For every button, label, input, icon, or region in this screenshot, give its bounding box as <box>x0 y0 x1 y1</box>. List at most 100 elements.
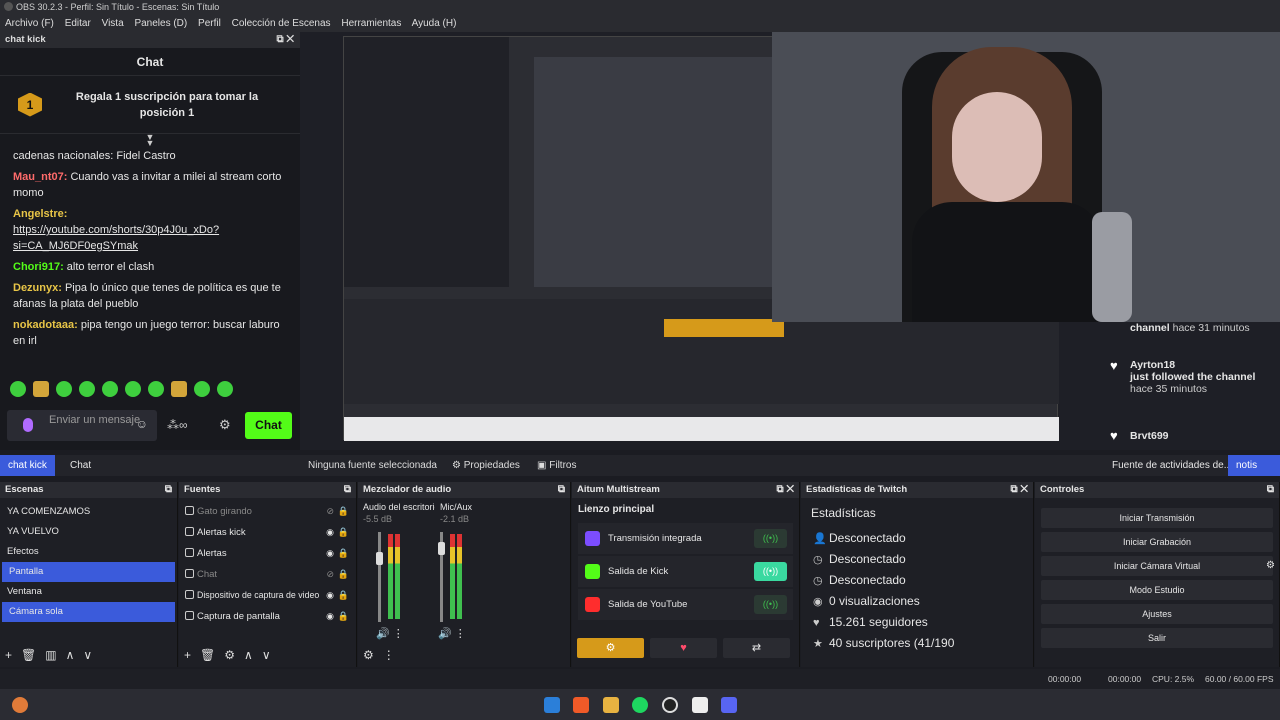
start-recording-button[interactable]: Iniciar Grabación <box>1041 532 1273 552</box>
lock-icon[interactable]: 🔒 <box>338 564 349 585</box>
lock-icon[interactable]: 🔒 <box>338 501 349 522</box>
tab-chat[interactable]: Chat <box>62 455 99 476</box>
notepad-icon[interactable] <box>692 697 708 713</box>
scene-item[interactable]: Ventana <box>0 582 177 602</box>
menu-dots-icon[interactable]: ⋮ <box>383 648 395 662</box>
chat-input[interactable]: Enviar un mensaje ☺ <box>7 410 157 441</box>
properties-button[interactable]: ⚙ Propiedades <box>452 455 520 476</box>
spotify-icon[interactable] <box>632 697 648 713</box>
menu-paneles[interactable]: Paneles (D) <box>134 18 187 29</box>
sync-button[interactable]: ⇄ <box>723 638 790 658</box>
send-chat-button[interactable]: Chat <box>245 412 292 439</box>
start-stream-button[interactable]: Iniciar Transmisión <box>1041 508 1273 528</box>
lock-icon[interactable]: 🔒 <box>338 606 349 627</box>
folder-icon[interactable] <box>603 697 619 713</box>
speaker-icon[interactable]: 🔊 ⋮ <box>438 627 466 640</box>
chat-username[interactable]: nokadotaaa: <box>13 319 78 331</box>
filters-button[interactable]: ▣ Filtros <box>537 455 576 476</box>
infinity-icon[interactable]: ⁂∞ <box>167 418 188 432</box>
dock-controls[interactable]: ⧉ ✕ <box>776 482 794 498</box>
menu-herramientas[interactable]: Herramientas <box>341 18 401 29</box>
exit-button[interactable]: Salir <box>1041 628 1273 648</box>
preview-canvas[interactable]: channel hace 31 minutos ♥ Ayrton18 just … <box>300 32 1280 450</box>
eye-hidden-icon[interactable]: ⊘ <box>326 564 334 585</box>
tab-activity-source[interactable]: Fuente de actividades de... <box>1104 455 1240 476</box>
source-item[interactable]: Alertas kick ◉ 🔒 <box>179 522 356 543</box>
menu-archivo[interactable]: Archivo (F) <box>5 18 54 29</box>
volume-slider[interactable] <box>376 532 383 622</box>
filter-icon[interactable]: ▥ <box>45 648 56 662</box>
scene-item-selected[interactable]: Cámara sola <box>2 602 175 622</box>
dock-controls[interactable]: ⧉ ✕ <box>1010 482 1028 498</box>
source-item[interactable]: Dispositivo de captura de video ◉ 🔒 <box>179 585 356 606</box>
speaker-icon[interactable]: 🔊 ⋮ <box>376 627 404 640</box>
source-item[interactable]: Chat ⊘ 🔒 <box>179 564 356 585</box>
gear-icon[interactable]: ⚙ <box>224 648 235 662</box>
scene-item-selected[interactable]: Pantalla <box>2 562 175 582</box>
volume-slider[interactable] <box>438 532 445 622</box>
menu-vista[interactable]: Vista <box>102 18 124 29</box>
emote-icon[interactable] <box>56 381 72 397</box>
dock-controls[interactable]: ⧉ <box>165 482 172 498</box>
expand-chevron-icon[interactable]: ▼ ▼ <box>0 133 300 148</box>
settings-gear-icon[interactable]: ⚙ <box>219 417 231 433</box>
dock-controls[interactable]: ⧉ ✕ <box>276 32 294 48</box>
trash-icon[interactable]: 🗑 <box>21 648 36 662</box>
emote-icon[interactable] <box>171 381 187 397</box>
source-item[interactable]: Captura de pantalla ◉ 🔒 <box>179 606 356 627</box>
studio-mode-button[interactable]: Modo Estudio <box>1041 580 1273 600</box>
source-item[interactable]: Alertas ◉ 🔒 <box>179 543 356 564</box>
eye-icon[interactable]: ◉ <box>326 606 334 627</box>
trash-icon[interactable]: 🗑 <box>200 648 215 662</box>
windows-start-icon[interactable] <box>544 697 560 713</box>
eye-icon[interactable]: ◉ <box>326 543 334 564</box>
down-icon[interactable]: ∨ <box>83 648 92 662</box>
scene-item[interactable]: YA COMENZAMOS <box>0 502 177 522</box>
dock-controls[interactable]: ⧉ <box>1267 482 1274 498</box>
emote-icon[interactable] <box>148 381 164 397</box>
emote-icon[interactable] <box>125 381 141 397</box>
emote-icon[interactable] <box>102 381 118 397</box>
dock-controls[interactable]: ⧉ <box>558 482 565 498</box>
chat-username[interactable]: Mau_nt07: <box>13 171 67 183</box>
stream-toggle[interactable]: ((•)) <box>754 562 787 581</box>
lock-icon[interactable]: 🔒 <box>338 522 349 543</box>
emote-icon[interactable] <box>194 381 210 397</box>
tab-notis[interactable]: notis <box>1228 455 1280 476</box>
add-icon[interactable]: + <box>5 648 12 662</box>
emote-icon[interactable] <box>33 381 49 397</box>
pinned-message[interactable]: 1 Regala 1 suscripción para tomar la pos… <box>0 76 300 134</box>
up-icon[interactable]: ∧ <box>244 648 253 662</box>
lock-icon[interactable]: 🔒 <box>338 543 349 564</box>
menu-coleccion-escenas[interactable]: Colección de Escenas <box>232 18 331 29</box>
mixer-settings-icon[interactable]: ⚙ <box>363 648 374 662</box>
add-icon[interactable]: + <box>184 648 191 662</box>
scene-item[interactable]: YA VUELVO <box>0 522 177 542</box>
obs-icon[interactable] <box>662 697 678 713</box>
chat-username[interactable]: Chori917: <box>13 261 64 273</box>
mic-icon[interactable] <box>23 418 33 432</box>
source-item[interactable]: Gato girando ⊘ 🔒 <box>179 501 356 522</box>
brave-icon[interactable] <box>573 697 589 713</box>
message-link[interactable]: https://youtube.com/shorts/30p4J0u_xDo?s… <box>13 224 219 252</box>
menu-editar[interactable]: Editar <box>65 18 91 29</box>
settings-button[interactable]: ⚙ <box>577 638 644 658</box>
scene-item[interactable]: Efectos <box>0 542 177 562</box>
lock-icon[interactable]: 🔒 <box>338 585 349 606</box>
emoji-icon[interactable]: ☺ <box>136 418 148 430</box>
up-icon[interactable]: ∧ <box>66 648 75 662</box>
start-virtual-camera-button[interactable]: Iniciar Cámara Virtual ⚙ <box>1041 556 1275 576</box>
heart-button[interactable]: ♥ <box>650 638 717 658</box>
dock-controls[interactable]: ⧉ <box>344 482 351 498</box>
stream-toggle[interactable]: ((•)) <box>754 595 787 614</box>
eye-icon[interactable]: ◉ <box>326 522 334 543</box>
slider-knob[interactable] <box>438 542 445 555</box>
menu-ayuda[interactable]: Ayuda (H) <box>412 18 457 29</box>
down-icon[interactable]: ∨ <box>262 648 271 662</box>
chat-username[interactable]: Dezunyx: <box>13 282 62 294</box>
tab-chat-kick[interactable]: chat kick <box>0 455 55 476</box>
slider-knob[interactable] <box>376 552 383 565</box>
stream-toggle[interactable]: ((•)) <box>754 529 787 548</box>
chat-username[interactable]: Angelstre: <box>13 208 67 220</box>
gear-icon[interactable]: ⚙ <box>1266 556 1275 576</box>
